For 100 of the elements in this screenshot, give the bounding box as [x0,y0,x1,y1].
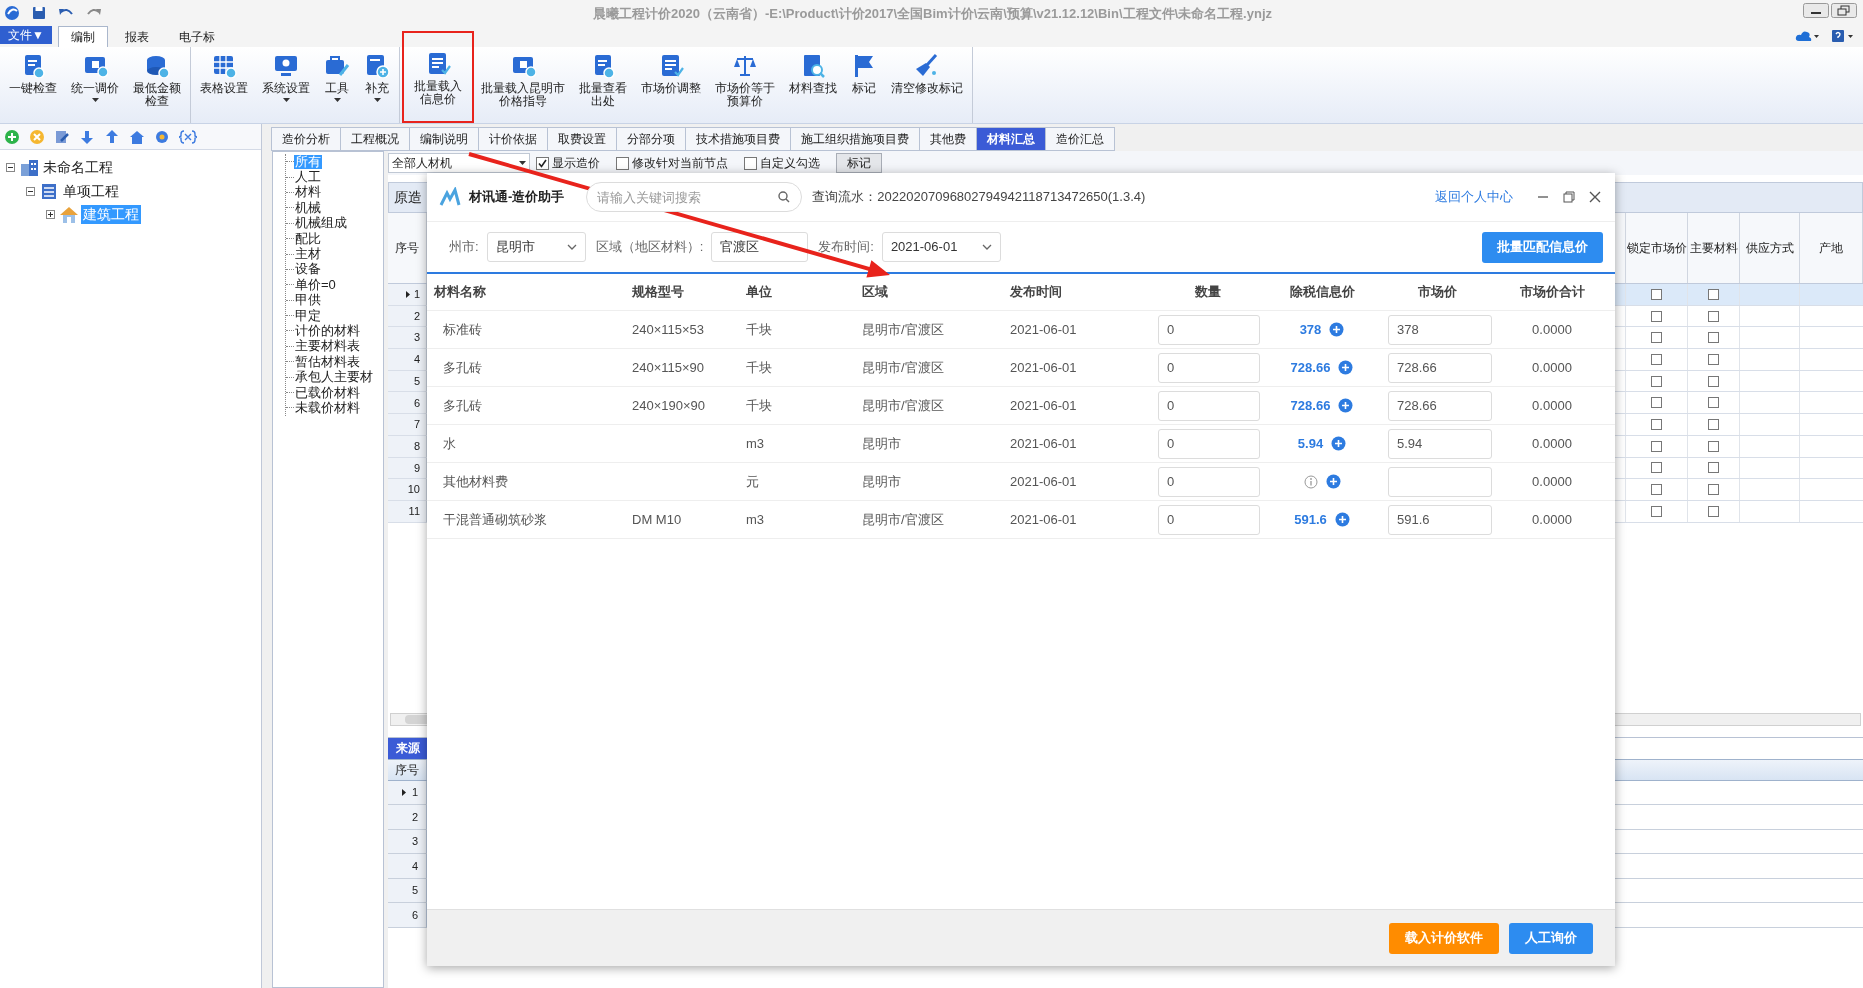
ribbon-button[interactable]: 标记 [844,47,884,123]
ribbon-button[interactable]: 清空修改标记 [884,47,970,123]
checkbox[interactable] [1651,353,1662,365]
variable-icon[interactable] [179,128,197,145]
checkbox[interactable] [1708,332,1719,344]
category-item[interactable]: 计价的材料 [294,324,361,338]
checkbox[interactable] [616,156,629,170]
view-tab[interactable]: 材料汇总 [976,127,1046,151]
ribbon-button[interactable]: 补充 [357,47,397,123]
category-item[interactable]: 甲供 [294,293,322,308]
view-tab[interactable]: 施工组织措施项目费 [790,127,920,151]
menu-tab[interactable]: 报表 [111,26,162,47]
save-icon[interactable] [32,6,46,20]
quantity-field[interactable]: 0 [1158,352,1260,383]
tree-item[interactable]: 单项工程 [61,181,121,201]
checkbox[interactable] [1651,375,1662,387]
view-tab[interactable]: 其他费 [919,127,977,151]
view-tab[interactable]: 工程概况 [340,127,410,151]
checkbox[interactable] [1651,462,1662,474]
category-item[interactable]: 承包人主要材 [294,370,374,385]
category-item[interactable]: 配比 [294,231,322,246]
file-menu-button[interactable]: 文件▼ [0,26,52,44]
category-item[interactable]: 甲定 [294,308,322,323]
quantity-field[interactable]: 0 [1158,504,1260,535]
table-row[interactable]: 干混普通砌筑砂浆 DM M10 m3 昆明市/官渡区 2021-06-01 0 591.6 591.6 0.0000 [427,501,1615,539]
checkbox[interactable] [1651,505,1662,517]
checkbox[interactable] [1651,310,1662,322]
checkbox[interactable] [1651,484,1662,496]
add-icon[interactable] [1331,436,1347,451]
add-icon[interactable] [1334,512,1350,527]
view-tab[interactable]: 技术措施项目费 [685,127,791,151]
ribbon-button[interactable]: 批量载入 信息价 [402,31,474,123]
help-icon[interactable] [1831,29,1855,43]
checkbox[interactable] [1708,462,1719,474]
ribbon-button[interactable]: 市场价等于 预算价 [708,47,782,123]
market-price-field[interactable]: 728.66 [1388,352,1492,383]
checkbox[interactable] [1651,288,1662,300]
table-row[interactable]: 多孔砖 240×115×90 千块 昆明市/官渡区 2021-06-01 0 728.66 728.66 0.0000 [427,349,1615,387]
checkbox[interactable] [536,156,549,170]
ribbon-button[interactable]: 一键检查 [2,47,64,123]
profile-link[interactable]: 返回个人中心 [1435,187,1513,207]
mark-button[interactable]: 标记 [836,153,882,173]
menu-tab[interactable]: 编制 [57,26,108,47]
category-item[interactable]: 人工 [294,170,322,185]
edit-icon[interactable] [54,128,70,145]
checkbox[interactable] [1708,505,1719,517]
checkbox[interactable] [1651,397,1662,409]
market-price-field[interactable]: 378 [1388,314,1492,345]
ribbon-button[interactable]: 系统设置 [255,47,317,123]
category-item[interactable]: 已载价材料 [294,385,361,400]
ribbon-button[interactable]: 材料查找 [782,47,844,123]
ribbon-button[interactable]: 市场价调整 [634,47,708,123]
market-price-field[interactable]: 5.94 [1388,428,1492,459]
menu-tab[interactable]: 电子标 [165,26,228,47]
category-item[interactable]: 主要材料表 [294,339,361,354]
filter-dropdown[interactable]: 2021-06-01 [881,232,1001,262]
table-row[interactable]: 标准砖 240×115×53 千块 昆明市/官渡区 2021-06-01 0 378 378 0.0000 [427,311,1615,349]
category-item[interactable]: 材料 [294,185,322,200]
arrow-down-icon[interactable] [79,128,95,145]
checkbox[interactable] [1708,418,1719,430]
section-tab[interactable]: 来源 [388,737,428,759]
restore-button[interactable] [1831,3,1857,18]
checkbox[interactable] [1708,310,1719,322]
table-row[interactable]: 其他材料费 元 昆明市 2021-06-01 0 0.0000 [427,463,1615,501]
checkbox[interactable] [1708,288,1719,300]
view-tab[interactable]: 编制说明 [409,127,479,151]
quantity-field[interactable]: 0 [1158,390,1260,421]
expand-toggle[interactable] [26,186,35,196]
add-icon[interactable] [1329,322,1345,337]
scope-dropdown[interactable]: 全部人材机 [388,153,530,173]
ribbon-button[interactable]: 批量查看 出处 [572,47,634,123]
home-icon[interactable] [129,128,145,145]
table-row[interactable]: 水 m3 昆明市 2021-06-01 0 5.94 5.94 0.0000 [427,425,1615,463]
checkbox[interactable] [744,156,757,170]
category-item[interactable]: 主材 [294,247,322,262]
checkbox[interactable] [1708,397,1719,409]
checkbox[interactable] [1651,440,1662,452]
market-price-field[interactable] [1388,466,1492,497]
category-item[interactable]: 暂估材料表 [294,354,361,369]
ribbon-button[interactable]: 表格设置 [193,47,255,123]
expand-toggle[interactable] [46,210,55,220]
category-item[interactable]: 机械 [294,200,322,215]
checkbox[interactable] [1708,353,1719,365]
checkbox[interactable] [1651,418,1662,430]
ribbon-button[interactable]: 最低金额 检查 [126,47,188,123]
add-icon[interactable] [1325,474,1341,489]
category-item[interactable]: 未载价材料 [294,400,361,415]
search-field[interactable]: 请输入关键词搜索 [586,182,803,212]
checkbox[interactable] [1708,375,1719,387]
add-icon[interactable] [1338,398,1354,413]
ribbon-button[interactable]: 工具 [317,47,357,123]
view-tab[interactable]: 计价依据 [478,127,548,151]
maximize-icon[interactable] [1563,191,1575,203]
market-price-field[interactable]: 728.66 [1388,390,1492,421]
view-tab[interactable]: 造价汇总 [1045,127,1115,151]
table-row[interactable]: 多孔砖 240×190×90 千块 昆明市/官渡区 2021-06-01 0 728.66 728.66 0.0000 [427,387,1615,425]
add-icon[interactable] [1338,360,1354,375]
arrow-up-icon[interactable] [104,128,120,145]
filter-dropdown[interactable]: 昆明市 [486,232,586,262]
checkbox[interactable] [1708,484,1719,496]
